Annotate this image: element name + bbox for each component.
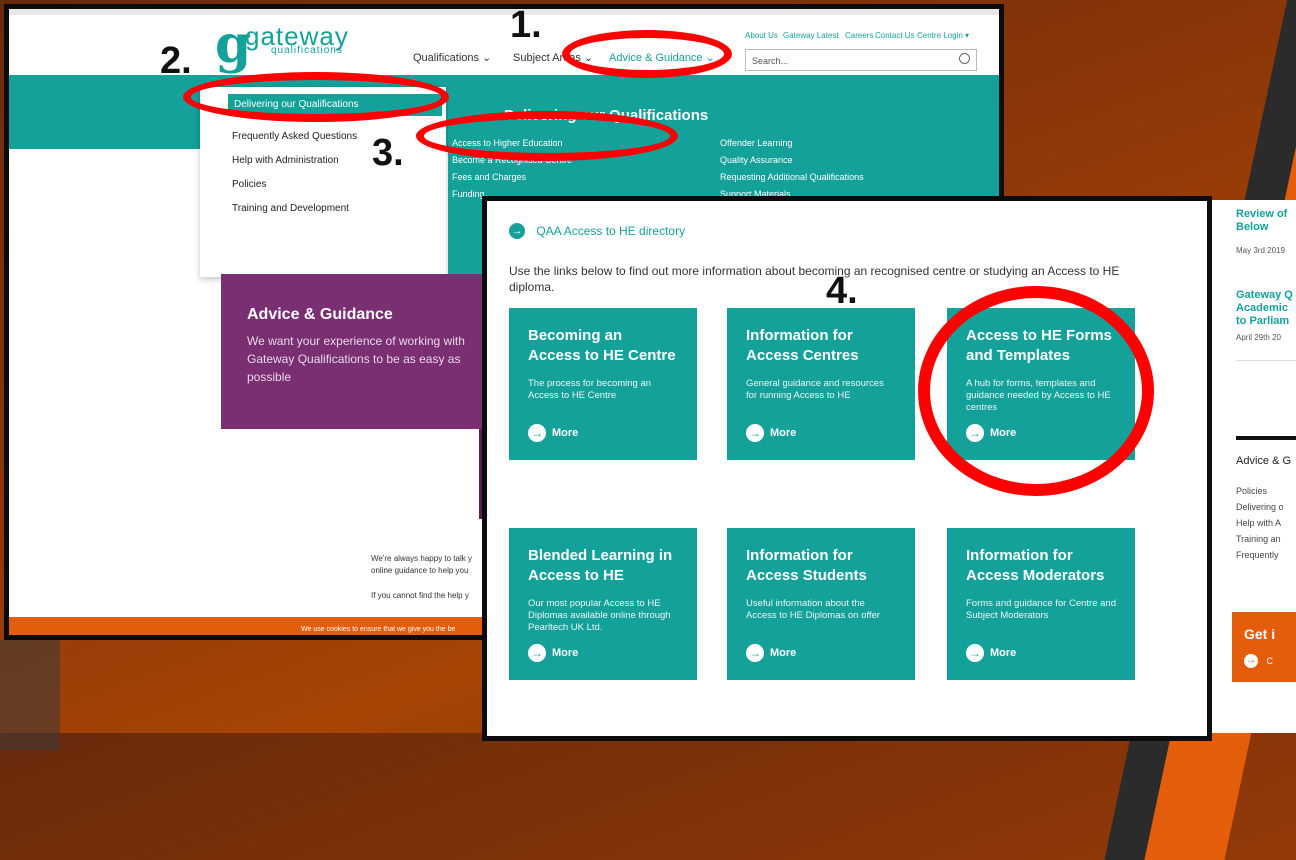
annotation-ring-1 xyxy=(562,30,732,78)
arrow-right-icon: → xyxy=(1244,653,1258,668)
search-placeholder: Search... xyxy=(752,56,789,66)
card-title: Becoming an Access to HE Centre xyxy=(528,327,676,364)
sidebar-heading: Advice & G xyxy=(1236,455,1292,467)
card-desc: Our most popular Access to HE Diplomas a… xyxy=(528,598,671,633)
menu-item-admin[interactable]: Help with Administration xyxy=(232,155,339,166)
sidebar-item[interactable]: Policies xyxy=(1236,486,1267,496)
sidebar-item[interactable]: Delivering o xyxy=(1236,502,1284,512)
card-desc: Useful information about the Access to H… xyxy=(746,598,880,621)
annotation-ring-3 xyxy=(416,111,678,161)
annotation-ring-4 xyxy=(918,286,1154,496)
step-number-2: 2. xyxy=(160,40,192,82)
news-date: April 29th 20 xyxy=(1236,333,1281,342)
menu-item-training[interactable]: Training and Development xyxy=(232,203,349,214)
arrow-right-icon: → xyxy=(746,644,764,662)
cta-title: Get i xyxy=(1244,626,1276,642)
card-info-moderators[interactable]: Information for Access Moderators Forms … xyxy=(947,528,1135,680)
card-title: Information for Access Moderators xyxy=(966,547,1105,584)
sidebar-item[interactable]: Frequently xyxy=(1236,550,1279,560)
submenu-fees[interactable]: Fees and Charges xyxy=(452,172,526,182)
card-becoming-centre[interactable]: Becoming an Access to HE Centre The proc… xyxy=(509,308,697,460)
more-link[interactable]: → More xyxy=(528,644,578,662)
card-info-students[interactable]: Information for Access Students Useful i… xyxy=(727,528,915,680)
arrow-right-icon: → xyxy=(966,644,984,662)
card-title: Information for Access Students xyxy=(746,547,867,584)
news-date: May 3rd 2019 xyxy=(1236,246,1285,255)
advice-panel-title: Advice & Guidance xyxy=(247,306,393,323)
card-desc: Forms and guidance for Centre and Subjec… xyxy=(966,598,1116,621)
section-rule xyxy=(1236,436,1296,440)
menu-item-policies[interactable]: Policies xyxy=(232,179,266,190)
arrow-right-icon: → xyxy=(509,223,525,239)
annotation-ring-2 xyxy=(183,72,449,122)
get-in-touch-box[interactable]: Get i → C xyxy=(1232,612,1296,682)
nav-qualifications[interactable]: Qualifications ⌄ xyxy=(413,51,491,64)
step-number-3: 3. xyxy=(372,132,404,174)
divider xyxy=(1236,360,1296,361)
arrow-right-icon: → xyxy=(528,644,546,662)
more-link[interactable]: → More xyxy=(746,424,796,442)
more-link[interactable]: → More xyxy=(528,424,578,442)
step-number-1: 1. xyxy=(510,4,542,46)
arrow-right-icon: → xyxy=(746,424,764,442)
submenu-additional[interactable]: Requesting Additional Qualifications xyxy=(720,172,864,182)
gateway-logo-sub: qualifications xyxy=(271,45,343,56)
card-title: Blended Learning in Access to HE xyxy=(528,547,673,584)
top-link-contact[interactable]: Contact Us xyxy=(875,31,915,40)
top-link-careers[interactable]: Careers xyxy=(845,31,873,40)
more-link[interactable]: → More xyxy=(746,644,796,662)
top-link-centre-login[interactable]: Centre Login ▾ xyxy=(917,31,969,40)
qaa-label: QAA Access to HE directory xyxy=(536,224,686,238)
top-link-latest[interactable]: Gateway Latest xyxy=(783,31,839,40)
cookie-text: We use cookies to ensure that we give yo… xyxy=(301,626,456,633)
menu-item-faq[interactable]: Frequently Asked Questions xyxy=(232,131,357,142)
submenu-quality[interactable]: Quality Assurance xyxy=(720,155,793,165)
qaa-directory-link[interactable]: → QAA Access to HE directory xyxy=(509,223,685,239)
submenu-funding[interactable]: Funding xyxy=(452,189,485,199)
sidebar-item[interactable]: Help with A xyxy=(1236,518,1281,528)
advice-panel-text: We want your experience of working with … xyxy=(247,334,465,384)
card-blended-learning[interactable]: Blended Learning in Access to HE Our mos… xyxy=(509,528,697,680)
news-link[interactable]: Review of Below xyxy=(1236,208,1287,234)
help-text-line: We're always happy to talk y xyxy=(371,554,472,563)
search-icon[interactable] xyxy=(959,53,970,64)
card-desc: General guidance and resources for runni… xyxy=(746,378,884,401)
arrow-right-icon: → xyxy=(528,424,546,442)
top-link-about[interactable]: About Us xyxy=(745,31,778,40)
background-block xyxy=(0,640,60,750)
right-sidebar: Review of Below May 3rd 2019 Gateway Q A… xyxy=(1212,200,1296,733)
card-desc: The process for becoming an Access to HE… xyxy=(528,378,652,401)
cta-link[interactable]: → C xyxy=(1244,652,1273,670)
help-text-line: If you cannot find the help y xyxy=(371,591,469,600)
submenu-offender[interactable]: Offender Learning xyxy=(720,138,792,148)
search-input[interactable]: Search... xyxy=(745,49,977,71)
sidebar-item[interactable]: Training an xyxy=(1236,534,1281,544)
card-info-centres[interactable]: Information for Access Centres General g… xyxy=(727,308,915,460)
advice-guidance-panel: Advice & Guidance We want your experienc… xyxy=(221,274,506,429)
top-utility-strip xyxy=(9,9,999,15)
news-link[interactable]: Gateway Q Academic to Parliam xyxy=(1236,289,1293,328)
more-link[interactable]: → More xyxy=(966,644,1016,662)
help-text-line: online guidance to help you xyxy=(371,566,469,575)
step-number-4: 4. xyxy=(826,270,858,312)
card-title: Information for Access Centres xyxy=(746,327,859,364)
